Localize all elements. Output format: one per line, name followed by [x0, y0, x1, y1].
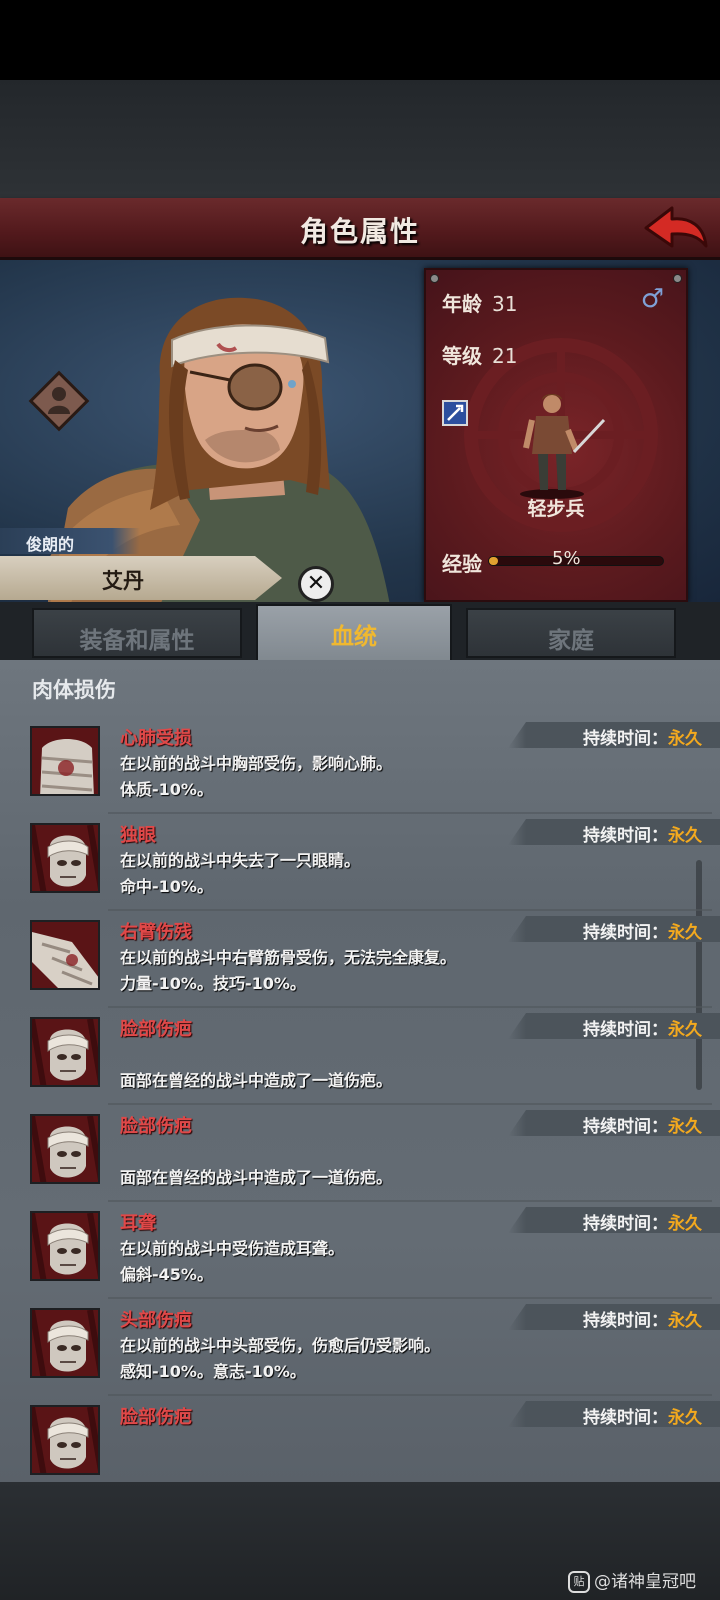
injury-row[interactable]: 独眼在以前的战斗中失去了一只眼睛。 命中-10%。 持续时间：永久	[0, 813, 720, 911]
injury-effect: 面部在曾经的战斗中造成了一道伤疤。	[120, 1168, 393, 1187]
duration-label: 持续时间：	[583, 729, 668, 749]
header-bar: 角色属性	[0, 198, 720, 260]
top-backdrop	[0, 80, 720, 198]
injury-name: 耳聋	[120, 1213, 156, 1234]
tab-equipment[interactable]: 装备和属性	[32, 608, 242, 658]
duration-label: 持续时间：	[583, 923, 668, 943]
injury-row[interactable]: 脸部伤疤面部在曾经的战斗中造成了一道伤疤。 持续时间：永久	[0, 1007, 720, 1105]
duration-tag: 持续时间：永久	[508, 1013, 720, 1039]
stats-panel: 年龄 31 ♂ 等级 21 轻步兵 经验 5%	[424, 268, 688, 602]
rivet-icon	[673, 274, 682, 283]
injury-row[interactable]: 心肺受损在以前的战斗中胸部受伤，影响心肺。 体质-10%。 持续时间：永久	[0, 716, 720, 814]
bandaged-arm-icon	[30, 920, 100, 990]
bandaged-head-icon	[30, 1405, 100, 1475]
bandaged-head-icon	[30, 1114, 100, 1184]
duration-value: 永久	[668, 1408, 702, 1428]
level-label: 等级	[442, 344, 482, 368]
injury-effect: 命中-10%。	[120, 877, 213, 896]
sword-skill-icon[interactable]	[442, 400, 468, 426]
injury-name: 脸部伤疤	[120, 1116, 192, 1137]
torso-wound-icon	[30, 726, 100, 796]
section-title: 肉体损伤	[32, 678, 116, 702]
duration-value: 永久	[668, 1311, 702, 1331]
injury-list-panel[interactable]: 肉体损伤 心肺受损 在以前的战斗中胸部受伤，影响心肺。 体质-10%。 持续时间：永久…	[0, 660, 720, 1482]
age-label: 年龄	[442, 292, 482, 316]
duration-tag: 持续时间：永久	[508, 1304, 720, 1330]
duration-value: 永久	[668, 826, 702, 846]
injury-effect: 面部在曾经的战斗中造成了一道伤疤。	[120, 1071, 393, 1090]
tieba-logo-icon: 贴	[568, 1571, 590, 1593]
status-bar-area	[0, 0, 720, 80]
injury-effect: 偏斜-45%。	[120, 1265, 213, 1284]
duration-label: 持续时间：	[583, 1408, 668, 1428]
watermark-text: @诸神皇冠吧	[594, 1572, 696, 1592]
tab-family[interactable]: 家庭	[466, 608, 676, 658]
injury-description: 在以前的战斗中头部受伤，伤愈后仍受影响。	[120, 1336, 441, 1355]
duration-label: 持续时间：	[583, 1117, 668, 1137]
injury-effect: 力量-10%。技巧-10%。	[120, 974, 306, 993]
age-row: 年龄 31	[442, 288, 517, 317]
injury-row[interactable]: 头部伤疤在以前的战斗中头部受伤，伤愈后仍受影响。 感知-10%。意志-10%。 持续…	[0, 1298, 720, 1396]
bandaged-head-icon	[30, 1308, 100, 1378]
exp-percent: 5%	[552, 548, 581, 569]
injury-row[interactable]: 耳聋在以前的战斗中受伤造成耳聋。 偏斜-45%。 持续时间：永久	[0, 1201, 720, 1299]
injury-description: 在以前的战斗中胸部受伤，影响心肺。	[120, 754, 393, 773]
bandaged-head-icon	[30, 823, 100, 893]
class-name: 轻步兵	[527, 498, 585, 520]
injury-row[interactable]: 脸部伤疤面部在曾经的战斗中造成了一道伤疤。 持续时间：永久	[0, 1104, 720, 1202]
duration-value: 永久	[668, 1214, 702, 1234]
duration-tag: 持续时间：永久	[508, 722, 720, 748]
duration-value: 永久	[668, 1117, 702, 1137]
exp-bar-fill	[489, 557, 498, 565]
injury-description: 在以前的战斗中右臂筋骨受伤，无法完全康复。	[120, 948, 457, 967]
injury-effect: 体质-10%。	[120, 780, 213, 799]
injury-row[interactable]: 右臂伤残在以前的战斗中右臂筋骨受伤，无法完全康复。 力量-10%。技巧-10%。 持…	[0, 910, 720, 1008]
trait-tag: 俊朗的	[0, 528, 140, 554]
level-row: 等级 21	[442, 340, 517, 369]
injury-description: 在以前的战斗中受伤造成耳聋。	[120, 1239, 345, 1258]
injury-name: 头部伤疤	[120, 1310, 192, 1331]
close-icon: ✕	[306, 571, 326, 596]
duration-tag: 持续时间：永久	[508, 1207, 720, 1233]
tab-lineage[interactable]: 血统	[256, 604, 452, 662]
duration-tag: 持续时间：永久	[508, 916, 720, 942]
bandaged-head-icon	[30, 1017, 100, 1087]
bandaged-head-icon	[30, 1211, 100, 1281]
rivet-icon	[430, 274, 439, 283]
duration-tag: 持续时间：永久	[508, 819, 720, 845]
duration-value: 永久	[668, 923, 702, 943]
injury-description: 在以前的战斗中失去了一只眼睛。	[120, 851, 361, 870]
level-value: 21	[492, 344, 518, 368]
duration-value: 永久	[668, 1020, 702, 1040]
injury-name: 独眼	[120, 825, 156, 846]
duration-label: 持续时间：	[583, 1311, 668, 1331]
duration-label: 持续时间：	[583, 1214, 668, 1234]
back-button[interactable]	[642, 202, 710, 254]
character-name: 艾丹	[0, 556, 282, 600]
male-gender-icon: ♂	[640, 284, 664, 314]
duration-label: 持续时间：	[583, 1020, 668, 1040]
exp-label: 经验	[442, 552, 482, 576]
dismiss-button[interactable]: ✕	[298, 566, 334, 602]
injury-name: 脸部伤疤	[120, 1019, 192, 1040]
back-arrow-icon	[644, 206, 708, 248]
injury-name: 脸部伤疤	[120, 1407, 192, 1428]
class-badge-icon	[28, 370, 90, 432]
watermark: 贴 @诸神皇冠吧	[568, 1567, 696, 1593]
injury-effect: 感知-10%。意志-10%。	[120, 1362, 306, 1381]
injury-row[interactable]: 脸部伤疤 持续时间：永久	[0, 1395, 720, 1482]
page-title: 角色属性	[299, 215, 420, 248]
duration-tag: 持续时间：永久	[508, 1110, 720, 1136]
duration-tag: 持续时间：永久	[508, 1401, 720, 1427]
duration-label: 持续时间：	[583, 826, 668, 846]
duration-value: 永久	[668, 729, 702, 749]
light-infantry-sprite	[520, 394, 606, 499]
injury-name: 心肺受损	[120, 728, 192, 749]
age-value: 31	[492, 292, 518, 316]
injury-name: 右臂伤残	[120, 922, 192, 943]
